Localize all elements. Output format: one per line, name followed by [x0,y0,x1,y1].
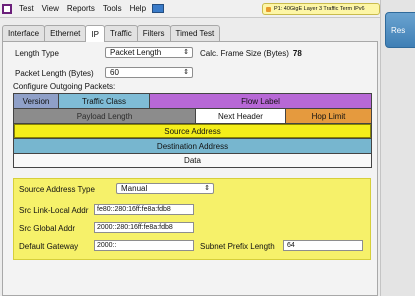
field-hop-limit[interactable]: Hop Limit [286,109,371,123]
packet-row-1: Version Traffic Class Flow Label [13,93,372,108]
select-arrow-icon: ⇕ [183,49,189,56]
configure-packets-label: Configure Outgoing Packets: [13,82,116,91]
port-status-icon [266,6,271,12]
length-type-value: Packet Length [110,48,162,57]
stepper-arrow-icon: ⇕ [183,69,189,76]
field-data[interactable]: Data [14,154,371,167]
port-status-text: P1: 40GigE Layer 3 Traffic Term IPv6 [274,6,365,12]
tab-interface[interactable]: Interface [2,25,46,41]
source-address-type-value: Manual [121,184,148,193]
field-destination-address[interactable]: Destination Address [14,139,371,153]
help-book-icon[interactable] [152,4,165,13]
app-icon [2,3,12,14]
field-source-address[interactable]: Source Address [14,124,371,138]
reset-button[interactable]: Res [385,12,415,48]
menu-test[interactable]: Test [15,4,38,13]
tab-filters[interactable]: Filters [136,25,171,41]
src-link-local-label: Src Link-Local Addr [19,206,89,215]
field-traffic-class[interactable]: Traffic Class [59,94,150,108]
menu-bar: Test View Reports Tools Help P1: 40GigE … [0,0,380,18]
source-address-config-panel: Source Address Type Manual ⇕ Src Link-Lo… [13,178,371,260]
packet-row-5: Data [13,153,372,168]
ipv6-packet-diagram: Version Traffic Class Flow Label Payload… [13,93,372,168]
menu-reports[interactable]: Reports [63,4,99,13]
source-address-type-label: Source Address Type [19,185,95,194]
calc-frame-size-label: Calc. Frame Size (Bytes) [200,49,289,58]
packet-length-input[interactable]: 60 ⇕ [105,67,193,78]
port-status-badge[interactable]: P1: 40GigE Layer 3 Traffic Term IPv6 [262,3,380,15]
menu-tools[interactable]: Tools [99,4,126,13]
packet-row-3: Source Address [13,123,372,138]
tab-traffic[interactable]: Traffic [103,25,138,41]
length-type-select[interactable]: Packet Length ⇕ [105,47,193,58]
tab-ethernet[interactable]: Ethernet [44,25,87,41]
field-version[interactable]: Version [14,94,59,108]
tab-bar: Interface Ethernet IP Traffic Filters Ti… [2,25,221,42]
subnet-prefix-label: Subnet Prefix Length [200,242,275,251]
ip-tab-panel: Length Type Packet Length ⇕ Calc. Frame … [2,41,378,296]
tab-timed-test[interactable]: Timed Test [169,25,221,41]
calc-frame-size-value: 78 [292,49,302,58]
field-next-header[interactable]: Next Header [196,109,286,123]
field-flow-label[interactable]: Flow Label [150,94,371,108]
packet-length-value: 60 [110,68,119,77]
src-global-input[interactable]: 2000::280:16ff:fe8a:fdb8 [94,222,194,233]
default-gateway-label: Default Gateway [19,242,79,251]
right-action-bar: Res [380,0,415,296]
select-arrow-icon: ⇕ [204,185,210,192]
default-gateway-input[interactable]: 2000:: [94,240,194,251]
menu-help[interactable]: Help [126,4,150,13]
length-type-label: Length Type [15,49,59,58]
packet-row-4: Destination Address [13,138,372,153]
subnet-prefix-input[interactable]: 64 [283,240,363,251]
src-global-label: Src Global Addr [19,224,76,233]
source-address-type-select[interactable]: Manual ⇕ [116,183,214,194]
field-payload-length[interactable]: Payload Length [14,109,196,123]
tab-ip[interactable]: IP [85,25,105,42]
packet-length-label: Packet Length (Bytes) [15,69,94,78]
menu-view[interactable]: View [38,4,63,13]
src-link-local-input[interactable]: fe80::280:16ff:fe8a:fdb8 [94,204,194,215]
packet-row-2: Payload Length Next Header Hop Limit [13,108,372,123]
calc-frame-size: Calc. Frame Size (Bytes) 78 [200,49,302,58]
